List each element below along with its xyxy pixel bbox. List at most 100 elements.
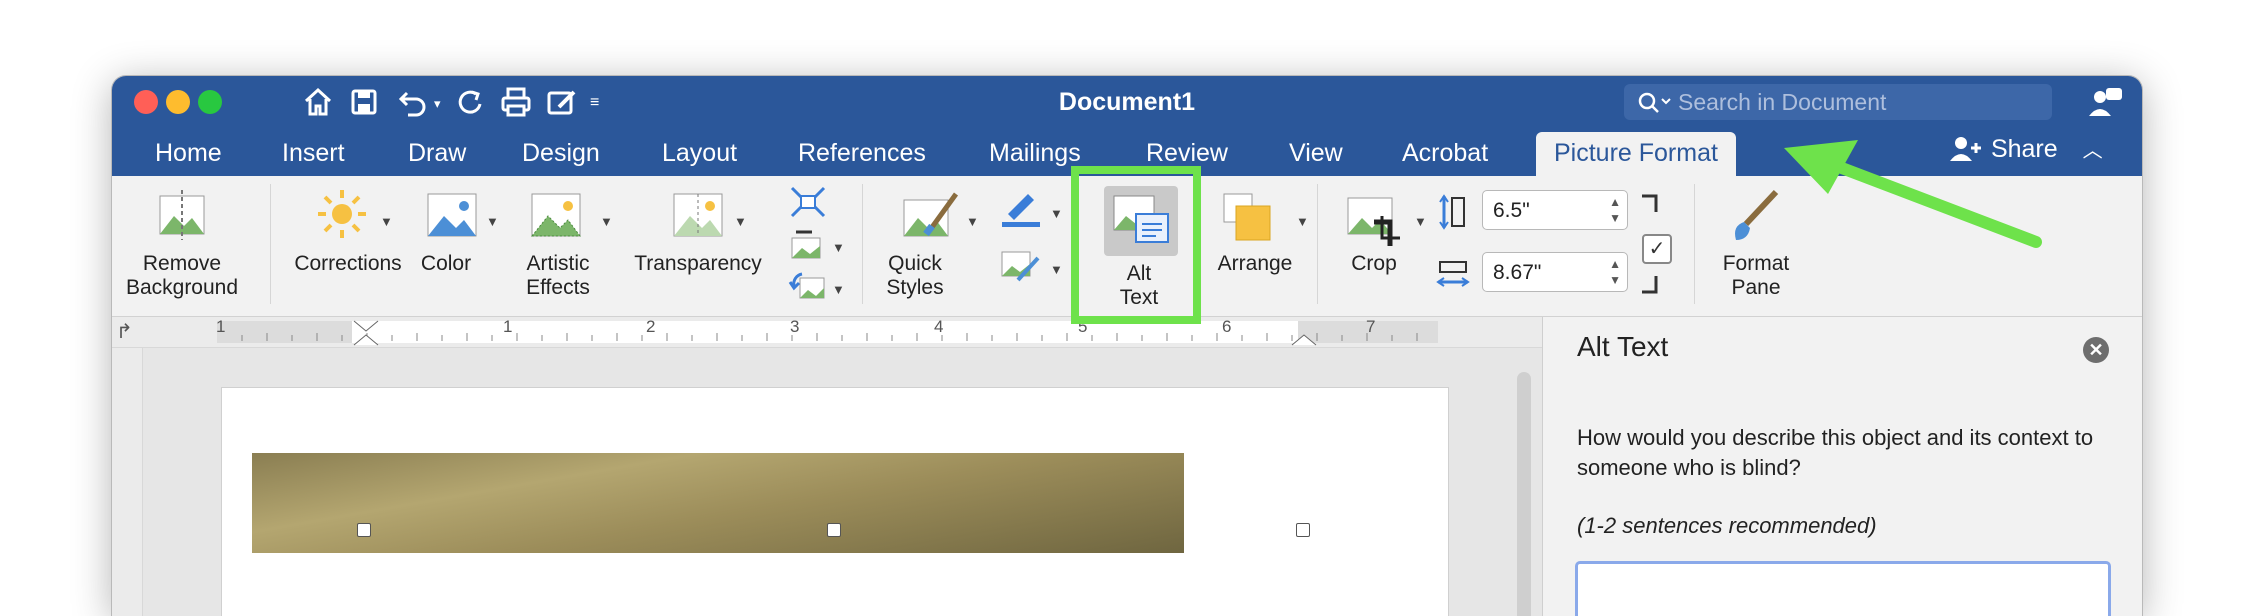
vertical-scrollbar[interactable]	[1517, 372, 1531, 616]
format-pane-label-1: Format	[1722, 252, 1790, 275]
picture-style-tools: ▼ ▼	[992, 184, 1072, 310]
ruler-ticks	[241, 320, 1418, 346]
close-pane-button[interactable]: ✕	[2083, 337, 2109, 363]
print-icon[interactable]	[496, 82, 536, 122]
resize-handle[interactable]	[357, 523, 371, 537]
undo-icon[interactable]	[392, 82, 432, 122]
artistic-effects-button[interactable]: ▼ Artistic Effects	[516, 186, 620, 312]
artistic-effects-dropdown-icon[interactable]: ▼	[600, 210, 613, 234]
ruler-number: 1	[216, 317, 226, 336]
tab-view[interactable]: View	[1289, 132, 1343, 176]
shape-width-value: 8.67"	[1493, 261, 1542, 284]
color-picture-icon	[427, 193, 477, 237]
tab-mailings[interactable]: Mailings	[989, 132, 1081, 176]
picture-tools-group: ▼ ▼	[780, 184, 850, 310]
crop-dropdown-icon[interactable]: ▼	[1414, 210, 1427, 234]
ruler-number: 6	[1222, 317, 1232, 336]
compress-pictures-icon[interactable]	[788, 184, 828, 220]
picture-border-icon[interactable]	[998, 188, 1044, 228]
picture-effects-icon[interactable]	[998, 246, 1044, 286]
picture-effects-dropdown-icon[interactable]: ▼	[1050, 258, 1063, 282]
height-stepper[interactable]: ▲ ▼	[1609, 194, 1621, 226]
picture-border-dropdown-icon[interactable]: ▼	[1050, 202, 1063, 226]
arrange-label: Arrange	[1217, 252, 1293, 275]
alt-text-pane: Alt Text ✕ How would you describe this o…	[1542, 317, 2142, 616]
artistic-effects-icon	[530, 193, 581, 237]
height-icon	[1439, 194, 1465, 230]
format-pane-button[interactable]: Format Pane	[1706, 186, 1806, 312]
tab-references[interactable]: References	[798, 132, 926, 176]
home-icon[interactable]	[298, 82, 338, 122]
search-icon	[1638, 92, 1671, 113]
resize-handle[interactable]	[1296, 523, 1310, 537]
resize-handle[interactable]	[827, 523, 841, 537]
tab-insert[interactable]: Insert	[282, 132, 345, 176]
reset-picture-icon[interactable]	[788, 268, 828, 304]
shape-height-field[interactable]: 6.5" ▲ ▼	[1482, 190, 1628, 230]
undo-dropdown-icon[interactable]: ▾	[434, 96, 441, 112]
corrections-button[interactable]: ▼ Corrections	[284, 186, 412, 312]
transparency-icon	[673, 193, 723, 237]
alt-text-recommendation: (1-2 sentences recommended)	[1577, 513, 1877, 538]
zoom-window-button[interactable]	[198, 90, 222, 114]
tab-design[interactable]: Design	[522, 132, 600, 176]
crop-icon	[1347, 197, 1400, 246]
collapse-ribbon-icon[interactable]: ︿	[2083, 140, 2103, 162]
width-stepper[interactable]: ▲ ▼	[1609, 256, 1621, 288]
alt-text-highlight-box	[1071, 166, 1201, 324]
tab-draw[interactable]: Draw	[408, 132, 466, 176]
customize-icon[interactable]: ≡	[590, 94, 599, 112]
ribbon-divider	[1694, 184, 1695, 304]
tab-home[interactable]: Home	[155, 132, 222, 176]
tab-acrobat[interactable]: Acrobat	[1402, 132, 1488, 176]
account-icon[interactable]	[2086, 82, 2126, 127]
arrange-dropdown-icon[interactable]: ▼	[1296, 210, 1309, 234]
color-label: Color	[420, 252, 472, 275]
transparency-dropdown-icon[interactable]: ▼	[734, 210, 747, 234]
tab-layout[interactable]: Layout	[662, 132, 737, 176]
share-label: Share	[1990, 135, 2058, 163]
color-dropdown-icon[interactable]: ▼	[486, 210, 499, 234]
title-bar: ▾ ≡ Document1 Search in Document Home In…	[112, 76, 2142, 176]
search-input[interactable]: Search in Document	[1624, 84, 2052, 120]
minimize-window-button[interactable]	[166, 90, 190, 114]
change-picture-dropdown-icon[interactable]: ▼	[832, 236, 845, 260]
quick-styles-label-2: Styles	[886, 276, 944, 299]
quick-styles-dropdown-icon[interactable]: ▼	[966, 210, 979, 234]
arrange-button[interactable]: ▼ Arrange	[1204, 186, 1310, 312]
crop-button[interactable]: ▼ Crop	[1330, 186, 1427, 312]
color-button[interactable]: ▼ Color	[414, 186, 502, 312]
remove-background-icon	[159, 190, 205, 240]
ribbon-divider	[270, 184, 271, 304]
edit-icon[interactable]	[542, 82, 582, 122]
vertical-ruler[interactable]	[112, 348, 143, 616]
alt-text-pane-title: Alt Text	[1577, 331, 1669, 362]
tab-picture-format[interactable]: Picture Format	[1536, 132, 1736, 176]
share-button[interactable]: Share ︿	[1950, 134, 2103, 164]
quick-styles-label-1: Quick	[888, 252, 942, 275]
corrections-dropdown-icon[interactable]: ▼	[380, 210, 393, 234]
remove-background-label-1: Remove	[142, 252, 222, 275]
shape-height-value: 6.5"	[1493, 199, 1530, 222]
ruler-number: 3	[790, 317, 800, 336]
transparency-button[interactable]: ▼ Transparency	[624, 186, 772, 312]
search-placeholder: Search in Document	[1678, 89, 1887, 115]
artistic-effects-label-2: Effects	[526, 276, 590, 299]
quick-styles-button[interactable]: ▼ Quick Styles	[876, 186, 986, 312]
save-icon[interactable]	[344, 82, 384, 122]
width-icon	[1436, 261, 1470, 287]
reset-picture-dropdown-icon[interactable]: ▼	[832, 278, 845, 302]
horizontal-ruler[interactable]: ↱ 1 1 2 3 4 5 6 7	[112, 317, 1542, 348]
shape-width-field[interactable]: 8.67" ▲ ▼	[1482, 252, 1628, 292]
lock-aspect-ratio-checkbox[interactable]: ✓	[1642, 234, 1672, 264]
remove-background-button[interactable]: Remove Background	[122, 186, 242, 312]
selected-picture[interactable]	[252, 453, 1184, 553]
format-pane-label-2: Pane	[1731, 276, 1781, 299]
redo-icon[interactable]	[450, 82, 490, 122]
change-picture-icon[interactable]	[788, 226, 828, 262]
ruler-number: 4	[934, 317, 944, 336]
corrections-label: Corrections	[294, 252, 402, 275]
remove-background-label-2: Background	[125, 276, 239, 299]
ruler-number: 7	[1366, 317, 1376, 336]
close-window-button[interactable]	[134, 90, 158, 114]
